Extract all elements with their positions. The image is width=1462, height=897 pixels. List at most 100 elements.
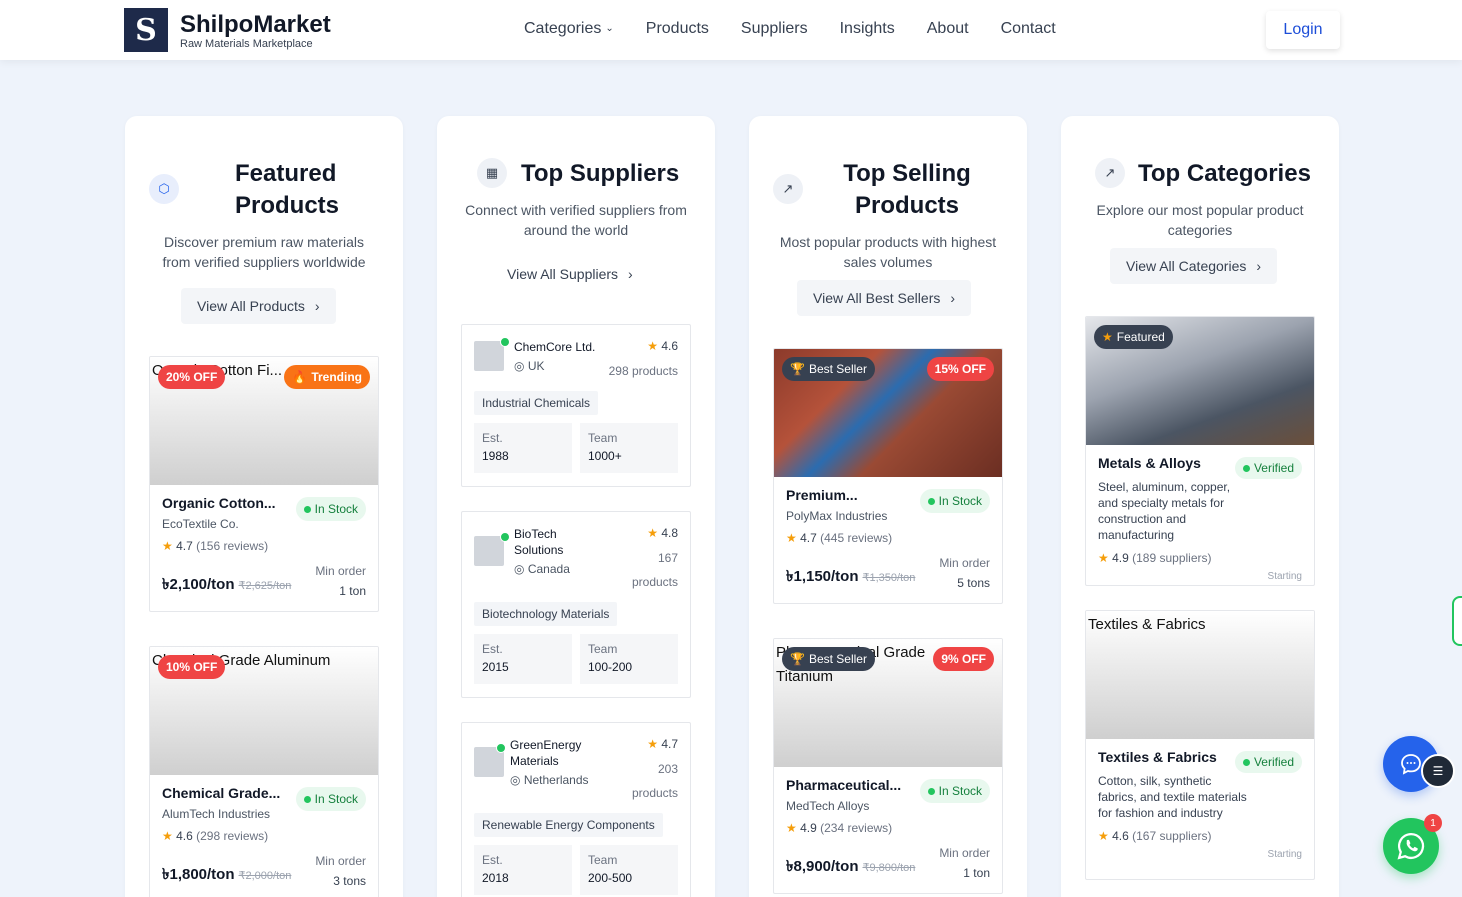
view-all-best-sellers-button[interactable]: View All Best Sellers › (797, 280, 972, 316)
login-button[interactable]: Login (1266, 11, 1340, 49)
location-pin-icon: ◎ (514, 359, 525, 373)
product-card[interactable]: Chemical Grade Aluminum 10% OFF Chemical… (149, 646, 379, 897)
supplier-rating: ★ 4.8 (647, 526, 678, 540)
discount-badge: 20% OFF (158, 365, 226, 389)
rating: ★ 4.9 (189 suppliers) (1098, 551, 1212, 565)
established-box: Est. 2018 (474, 845, 572, 895)
supplier-name[interactable]: ChemCore Ltd. (514, 339, 595, 355)
verified-check-icon (500, 532, 510, 542)
supplier-location: ◎ Canada (514, 562, 570, 576)
supplier-card[interactable]: GreenEnergy Materials ◎ Netherlands ★ 4.7… (461, 722, 691, 897)
trophy-icon: 🏆 (790, 362, 805, 376)
building-icon: ▦ (477, 158, 507, 188)
logo-icon[interactable]: S (124, 8, 168, 52)
category-description: Steel, aluminum, copper, and specialty m… (1098, 480, 1231, 542)
view-all-categories-button[interactable]: View All Categories › (1110, 248, 1278, 284)
featured-badge: ★ Featured (1094, 325, 1173, 349)
trending-badge: 🔥 Trending (284, 365, 370, 389)
star-icon: ★ (162, 539, 173, 553)
established-box: Est. 1988 (474, 423, 572, 473)
product-image: 🏆 Best Seller 15% OFF (774, 349, 1002, 477)
min-order: Min order 1 ton (315, 564, 366, 598)
status-dot-icon (1242, 758, 1250, 766)
old-price: ₹1,350/ton (862, 572, 916, 584)
nav-suppliers[interactable]: Suppliers (741, 20, 808, 38)
trending-up-icon: ↗ (1095, 158, 1125, 188)
stock-badge: In Stock (295, 787, 366, 811)
verified-check-icon (496, 743, 506, 753)
nav-contact[interactable]: Contact (1001, 20, 1056, 38)
best-seller-badge: 🏆 Best Seller (782, 647, 875, 671)
team-box: Team 100-200 (580, 634, 678, 684)
verified-check-icon (500, 337, 510, 347)
star-icon: ★ (647, 526, 658, 540)
min-order: Min order 3 tons (315, 854, 366, 888)
supplier-category-tag: Biotechnology Materials (474, 602, 618, 626)
price: ৳8,900/ton ₹9,800/ton (786, 858, 916, 875)
nav-about[interactable]: About (927, 20, 969, 38)
price: ৳1,800/ton ₹2,000/ton (162, 866, 292, 883)
star-icon: ★ (786, 821, 797, 835)
category-image: Textiles & Fabrics (1086, 611, 1314, 739)
discount-badge: 9% OFF (933, 647, 994, 671)
chevron-down-icon: ⌄ (605, 23, 614, 35)
discount-badge: 10% OFF (158, 655, 226, 679)
category-description: Cotton, silk, synthetic fabrics, and tex… (1098, 774, 1247, 820)
supplier-card[interactable]: BioTech Solutions ◎ Canada ★ 4.8 167 produ… (461, 511, 691, 698)
supplier-location: ◎ UK (514, 359, 545, 373)
featured-products-section: ⬡ Featured Products Discover premium raw… (125, 116, 403, 897)
price: ৳2,100/ton ₹2,625/ton (162, 576, 292, 593)
nav-products[interactable]: Products (646, 20, 709, 38)
location-pin-icon: ◎ (510, 773, 521, 787)
notification-badge: 1 (1424, 814, 1442, 832)
brand-tagline: Raw Materials Marketplace (180, 38, 313, 50)
supplier-rating: ★ 4.7 (647, 737, 678, 751)
old-price: ₹9,800/ton (862, 862, 916, 874)
side-feedback-tab[interactable] (1452, 596, 1462, 646)
chevron-right-icon: › (314, 298, 320, 314)
nav-insights[interactable]: Insights (840, 20, 895, 38)
supplier-name[interactable]: GreenEnergy Materials (510, 737, 581, 769)
product-card[interactable]: Organic Cotton Fi... 20% OFF 🔥Trending O… (149, 356, 379, 612)
location-pin-icon: ◎ (514, 562, 525, 576)
view-all-suppliers-button[interactable]: View All Suppliers › (491, 256, 649, 292)
supplier-location: ◎ Netherlands (510, 773, 589, 787)
supplier-avatar (474, 341, 504, 371)
rating: ★ 4.6 (167 suppliers) (1098, 829, 1212, 843)
section-title: Top Suppliers (521, 160, 680, 187)
category-card[interactable]: Textiles & Fabrics Textiles & Fabrics Ve… (1085, 610, 1315, 880)
category-card[interactable]: ★ Featured Metals & Alloys Verified Steel… (1085, 316, 1315, 586)
trophy-icon: 🏆 (790, 652, 805, 666)
section-description: Explore our most popular product (1096, 202, 1304, 218)
discount-badge: 15% OFF (926, 357, 994, 381)
section-title: Top Categories (1138, 160, 1311, 187)
star-icon: ★ (1098, 829, 1109, 843)
min-order: Min order 1 ton (939, 846, 990, 880)
view-all-products-button[interactable]: View All Products › (181, 288, 336, 324)
team-box: Team 200-500 (580, 845, 678, 895)
verified-badge: Verified (1234, 457, 1302, 479)
star-icon: ★ (1098, 551, 1109, 565)
status-dot-icon (303, 505, 311, 513)
chevron-right-icon: › (950, 290, 956, 306)
menu-list-icon[interactable]: ☰ (1421, 754, 1455, 788)
supplier-card[interactable]: ChemCore Ltd. ◎ UK ★ 4.6 298 products In… (461, 324, 691, 487)
supplier-category-tag: Renewable Energy Components (474, 813, 663, 837)
nav-categories[interactable]: Categories ⌄ (524, 20, 614, 38)
product-card[interactable]: 🏆 Best Seller 15% OFF Premium... In Stock… (773, 348, 1003, 604)
best-seller-badge: 🏆 Best Seller (782, 357, 875, 381)
supplier-name[interactable]: BioTech Solutions (514, 526, 563, 558)
brand-name: ShilpoMarket (180, 11, 331, 38)
stock-badge: In Stock (919, 489, 990, 513)
product-image: Organic Cotton Fi... 20% OFF 🔥Trending (150, 357, 378, 485)
status-dot-icon (927, 497, 935, 505)
product-card[interactable]: Pharmaceutical Grade Titanium 🏆Best Sell… (773, 638, 1003, 894)
rating: ★ 4.7 (445 reviews) (786, 531, 893, 545)
brand[interactable]: ShilpoMarket Raw Materials Marketplace (180, 12, 331, 51)
fire-icon: 🔥 (292, 370, 308, 384)
status-dot-icon (927, 787, 935, 795)
product-count: 203 products (631, 762, 678, 800)
status-dot-icon (303, 795, 311, 803)
top-selling-section: ↗ Top Selling Products Most popular prod… (749, 116, 1027, 897)
stock-badge: In Stock (919, 779, 990, 803)
